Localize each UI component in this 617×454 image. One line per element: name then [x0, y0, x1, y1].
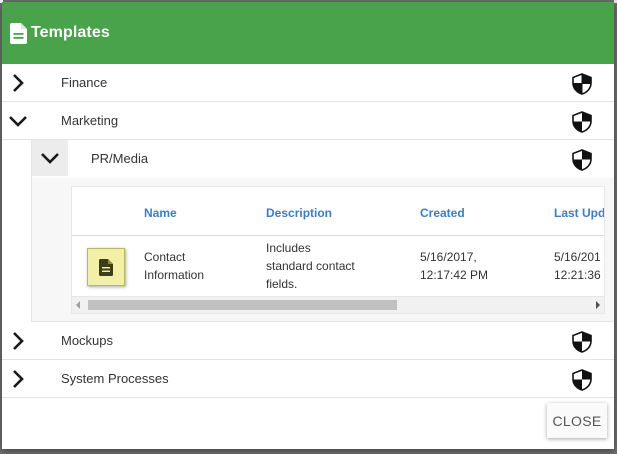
templates-grid: Name Description Created Last Upd Contac…: [71, 186, 605, 314]
shield-icon[interactable]: [572, 149, 592, 171]
dialog-header: Templates: [2, 2, 614, 64]
chevron-right-icon[interactable]: [8, 73, 28, 93]
column-header-name[interactable]: Name: [144, 206, 177, 220]
tree-item-finance[interactable]: Finance: [2, 64, 614, 102]
cell-text: 5/16/201: [554, 250, 601, 264]
tree-item-label: PR/Media: [91, 151, 149, 166]
chevron-right-icon[interactable]: [8, 331, 28, 351]
document-icon: [10, 22, 27, 44]
cell-description: Includes standard contact fields.: [266, 239, 355, 293]
tree-item-label: Finance: [61, 75, 108, 90]
tree-item-label: Marketing: [61, 113, 119, 128]
cell-text: 5/16/2017,: [420, 250, 477, 264]
cell-name: Contact Information: [144, 248, 204, 284]
column-header-last-updated[interactable]: Last Upd: [554, 206, 604, 220]
open-template-button[interactable]: [87, 248, 125, 286]
close-button[interactable]: CLOSE: [547, 403, 607, 438]
scroll-left-icon[interactable]: [76, 301, 80, 309]
cell-text: 12:21:36: [554, 268, 601, 282]
shield-icon[interactable]: [572, 369, 592, 391]
column-header-description[interactable]: Description: [266, 206, 332, 220]
table-row[interactable]: Contact Information Includes standard co…: [72, 236, 604, 296]
horizontal-scrollbar[interactable]: [72, 296, 604, 313]
column-header-created[interactable]: Created: [420, 206, 465, 220]
tree-item-label: System Processes: [61, 371, 169, 386]
chevron-right-icon[interactable]: [8, 369, 28, 389]
tree-item-label: Mockups: [61, 333, 114, 348]
templates-grid-area: Name Description Created Last Upd Contac…: [31, 178, 614, 322]
tree-item-marketing[interactable]: Marketing: [2, 102, 614, 140]
cell-text: Includes: [266, 241, 311, 255]
cell-created: 5/16/2017, 12:17:42 PM: [420, 248, 488, 284]
cell-text: 12:17:42 PM: [420, 268, 489, 282]
chevron-down-icon[interactable]: [8, 111, 28, 131]
expand-toggle[interactable]: [32, 140, 68, 176]
cell-text: Contact: [144, 250, 186, 264]
document-icon: [99, 258, 113, 276]
scrollbar-thumb[interactable]: [88, 300, 397, 310]
cell-last-updated: 5/16/201 12:21:36: [554, 248, 601, 284]
dialog-title: Templates: [31, 24, 110, 41]
shield-icon[interactable]: [572, 111, 592, 133]
shield-icon[interactable]: [572, 331, 592, 353]
shield-icon[interactable]: [572, 73, 592, 95]
scroll-right-icon[interactable]: [596, 301, 600, 309]
dialog-footer: CLOSE: [2, 397, 614, 449]
cell-text: fields.: [266, 277, 298, 291]
templates-dialog: Templates Finance Marketing PR/Media Nam…: [2, 2, 614, 449]
tree-item-system-processes[interactable]: System Processes: [2, 360, 614, 398]
tree-item-mockups[interactable]: Mockups: [2, 322, 614, 360]
chevron-down-icon: [41, 153, 59, 164]
tree-item-pr-media[interactable]: PR/Media: [31, 140, 614, 178]
cell-text: standard contact: [266, 259, 355, 273]
grid-header: Name Description Created Last Upd: [72, 187, 604, 236]
cell-text: Information: [144, 268, 205, 282]
